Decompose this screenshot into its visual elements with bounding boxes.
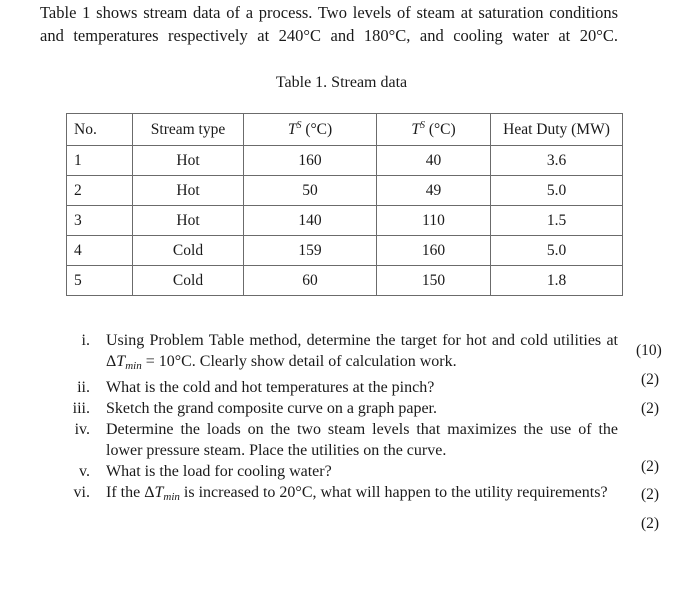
mark-label: (10) [636, 342, 662, 359]
question-item: i. Using Problem Table method, determine… [56, 330, 618, 377]
mark-label: (2) [641, 486, 660, 503]
mark-label: (2) [641, 371, 660, 388]
intro-line-1: Table 1 shows stream data of a process. … [40, 3, 618, 22]
question-item: ii. What is the cold and hot temperature… [56, 377, 618, 398]
question-number: i. [81, 332, 90, 349]
header-target-temp: TS (°C) [376, 113, 491, 146]
question-text: Determine the loads on the two steam lev… [106, 421, 618, 459]
header-target-temp-symbol: T [411, 121, 420, 139]
table-row: 1 Hot 160 40 3.6 [66, 145, 623, 176]
cell-stream-type: Cold [132, 235, 244, 266]
question-number: iv. [74, 421, 90, 438]
cell-stream-type: Cold [132, 265, 244, 296]
question-text: What is the cold and hot temperatures at… [106, 379, 435, 396]
cell-heat-duty: 1.8 [490, 265, 623, 296]
question-item: iii. Sketch the grand composite curve on… [56, 398, 618, 419]
cell-target-temp: 49 [376, 175, 491, 206]
cell-stream-type: Hot [132, 205, 244, 236]
table-header-row: No. Stream type TS (°C) TS (°C) Heat Dut… [66, 113, 623, 146]
question-list: i. Using Problem Table method, determine… [56, 330, 618, 508]
cell-no: 1 [66, 145, 133, 176]
question-item: vi. If the ΔTmin is increased to 20°C, w… [56, 482, 618, 508]
question-text-part: is increased to 20°C, what will happen t… [179, 484, 608, 501]
cell-no: 5 [66, 265, 133, 296]
table-caption: Table 1. Stream data [275, 74, 408, 91]
delta-t-subscript: min [125, 360, 142, 372]
question-text: If the ΔTmin is increased to 20°C, what … [106, 482, 618, 508]
header-heat-duty: Heat Duty (MW) [490, 113, 623, 146]
question-item: v. What is the load for cooling water? [56, 461, 618, 482]
question-text-part: If the Δ [106, 484, 155, 501]
intro-line-2: and temperatures respectively at 240°C a… [40, 26, 618, 45]
cell-target-temp: 150 [376, 265, 491, 296]
mark-label: (2) [641, 458, 660, 475]
mark-label: (2) [641, 400, 660, 417]
cell-heat-duty: 5.0 [490, 175, 623, 206]
cell-supply-temp: 140 [243, 205, 377, 236]
cell-target-temp: 110 [376, 205, 491, 236]
cell-supply-temp: 60 [243, 265, 377, 296]
delta-t-subscript: min [163, 491, 180, 503]
header-supply-temp: TS (°C) [243, 113, 377, 146]
cell-no: 2 [66, 175, 133, 206]
mark-label: (2) [641, 515, 660, 532]
header-stream-type: Stream type [132, 113, 244, 146]
cell-heat-duty: 1.5 [490, 205, 623, 236]
question-number: vi. [73, 484, 90, 501]
intro-paragraph: Table 1 shows stream data of a process. … [40, 1, 618, 47]
question-number: ii. [77, 379, 90, 396]
table-row: 4 Cold 159 160 5.0 [66, 235, 623, 266]
cell-supply-temp: 160 [243, 145, 377, 176]
cell-stream-type: Hot [132, 175, 244, 206]
table-row: 2 Hot 50 49 5.0 [66, 175, 623, 206]
cell-supply-temp: 159 [243, 235, 377, 266]
cell-heat-duty: 5.0 [490, 235, 623, 266]
cell-supply-temp: 50 [243, 175, 377, 206]
header-supply-temp-unit: (°C) [301, 121, 333, 139]
cell-stream-type: Hot [132, 145, 244, 176]
question-text: Using Problem Table method, determine th… [106, 330, 618, 377]
stream-data-table: No. Stream type TS (°C) TS (°C) Heat Dut… [66, 113, 623, 296]
delta-t-symbol: T [116, 353, 126, 370]
question-number: iii. [72, 400, 90, 417]
header-no: No. [66, 113, 133, 146]
table-row: 5 Cold 60 150 1.8 [66, 265, 623, 296]
cell-no: 3 [66, 205, 133, 236]
question-number: v. [79, 463, 90, 480]
question-text-part: = 10°C. Clearly show detail of calculati… [141, 353, 457, 370]
question-item: iv. Determine the loads on the two steam… [56, 419, 618, 461]
cell-no: 4 [66, 235, 133, 266]
table-row: 3 Hot 140 110 1.5 [66, 205, 623, 236]
cell-heat-duty: 3.6 [490, 145, 623, 176]
cell-target-temp: 40 [376, 145, 491, 176]
header-target-temp-unit: (°C) [424, 121, 456, 139]
question-text: What is the load for cooling water? [106, 463, 332, 480]
question-text: Sketch the grand composite curve on a gr… [106, 400, 437, 417]
cell-target-temp: 160 [376, 235, 491, 266]
